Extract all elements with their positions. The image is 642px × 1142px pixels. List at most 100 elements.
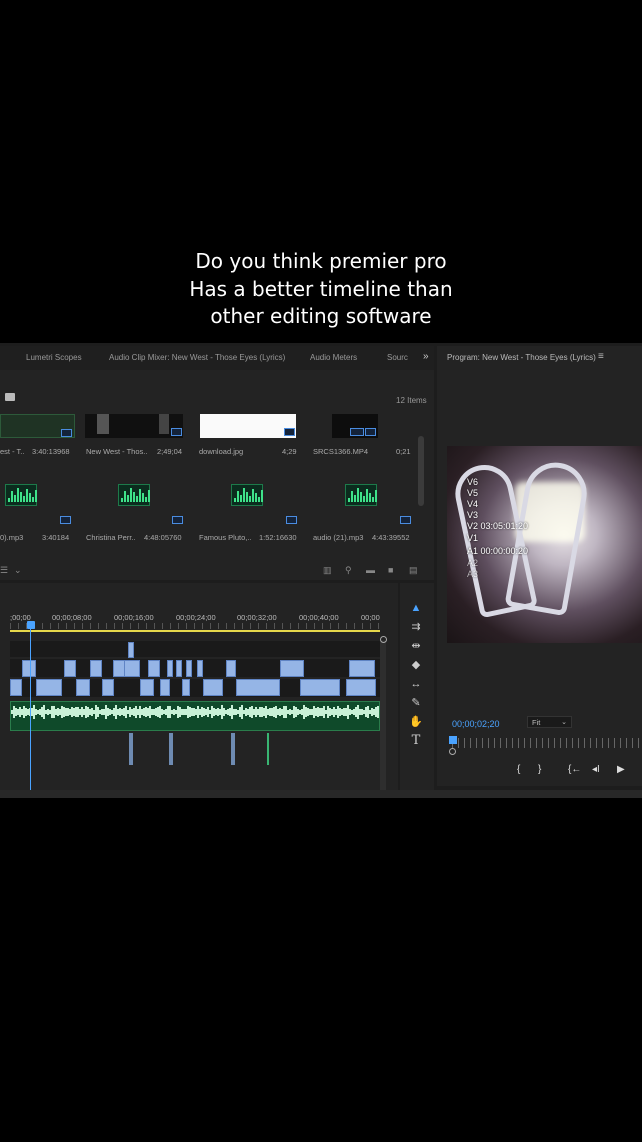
clip-thumbnail[interactable] — [200, 414, 296, 438]
video-clip[interactable] — [167, 660, 173, 677]
waveform-bar — [366, 489, 368, 502]
ruler-label: 00;00;24;00 — [176, 613, 216, 622]
clip-marker[interactable] — [169, 733, 173, 765]
more-tabs-icon[interactable]: » — [423, 351, 429, 362]
video-clip[interactable] — [36, 679, 62, 696]
caption-line-3: other editing software — [210, 304, 432, 328]
automate-to-sequence-icon[interactable]: ▥ — [323, 565, 332, 576]
sort-chevron-icon[interactable]: ⌄ — [14, 565, 22, 576]
playhead-timecode[interactable]: 00;00;02;20 — [452, 719, 500, 729]
clip-frame — [97, 414, 109, 434]
video-clip[interactable] — [349, 660, 375, 677]
play-button[interactable]: ▶ — [617, 764, 625, 775]
video-clip[interactable] — [124, 660, 140, 677]
audio-clip-thumbnail[interactable] — [85, 463, 183, 527]
zoom-knob[interactable] — [449, 748, 456, 755]
project-footer: ☰ ⌄ ▥ ⚲ ▬ ■ ▤ — [0, 559, 434, 581]
program-playhead[interactable] — [449, 736, 457, 744]
ripple-edit-icon[interactable]: ⇹ — [408, 638, 424, 654]
video-clip[interactable] — [102, 679, 114, 696]
time-ruler[interactable] — [10, 623, 380, 629]
zoom-select[interactable]: Fit ⌄ — [527, 716, 572, 728]
overlay-line: V6 — [467, 477, 479, 487]
clip-thumbnail[interactable] — [332, 414, 378, 438]
video-track-v3[interactable] — [10, 641, 380, 657]
razor-icon[interactable]: ◆ — [408, 657, 424, 673]
clip-duration: 0;21 — [396, 447, 411, 456]
type-icon[interactable]: T — [408, 733, 424, 749]
tab-audio-clip-mixer[interactable]: Audio Clip Mixer: New West - Those Eyes … — [109, 353, 285, 362]
new-bin-icon[interactable]: ▬ — [366, 565, 375, 575]
find-icon[interactable]: ⚲ — [345, 565, 352, 576]
step-back-button[interactable]: ◂I — [592, 764, 600, 775]
tab-audio-meters[interactable]: Audio Meters — [310, 353, 357, 362]
video-clip[interactable] — [203, 679, 223, 696]
video-clip[interactable] — [280, 660, 304, 677]
video-clip[interactable] — [22, 660, 36, 677]
video-clip[interactable] — [128, 642, 134, 658]
video-clip[interactable] — [160, 679, 170, 696]
ruler-label: 00;00 — [361, 613, 380, 622]
hand-icon[interactable]: ✋ — [408, 714, 424, 730]
clip-marker[interactable] — [129, 733, 133, 765]
mark-in-button[interactable]: { — [517, 764, 520, 775]
video-clip[interactable] — [226, 660, 236, 677]
overlay-line: V4 — [467, 499, 479, 509]
waveform-bar — [127, 495, 129, 502]
scroll-knob[interactable] — [380, 636, 387, 643]
mark-out-button[interactable]: } — [538, 764, 541, 775]
clip-marker[interactable] — [231, 733, 235, 765]
program-video-frame[interactable]: V6 V5 V4 V3 V2 03:05:01:20 V1 A1 00:00:0… — [447, 446, 642, 643]
slip-icon[interactable]: ↔ — [408, 676, 424, 692]
audio-clip-thumbnail[interactable] — [0, 463, 75, 527]
tools-panel: ▲ ⇉ ⇹ ◆ ↔ ✎ ✋ T — [400, 583, 434, 798]
playhead-line[interactable] — [30, 629, 31, 798]
overlay-line: V3 — [467, 510, 479, 520]
waveform-bar — [375, 490, 377, 502]
video-clip[interactable] — [140, 679, 154, 696]
panel-menu-icon[interactable]: ≡ — [598, 351, 604, 362]
video-clip[interactable] — [10, 679, 22, 696]
new-item-icon[interactable]: ■ — [388, 565, 393, 575]
list-view-icon[interactable]: ☰ — [0, 565, 8, 576]
video-clip[interactable] — [197, 660, 203, 677]
video-clip[interactable] — [300, 679, 340, 696]
timeline-panel[interactable]: ;00;00 00;00;08;00 00;00;16;00 00;00;24;… — [0, 583, 398, 798]
clip-duration: 1:52:16630 — [259, 533, 297, 542]
clear-icon[interactable]: ▤ — [409, 565, 418, 576]
video-clip[interactable] — [90, 660, 102, 677]
clip-marker[interactable] — [267, 733, 269, 765]
track-select-icon[interactable]: ⇉ — [408, 619, 424, 635]
audio-track-a1[interactable] — [10, 701, 380, 731]
video-clip[interactable] — [176, 660, 182, 677]
audio-clip-thumbnail[interactable] — [309, 463, 413, 527]
tab-lumetri-scopes[interactable]: Lumetri Scopes — [26, 353, 82, 362]
zoom-value: Fit — [532, 718, 541, 727]
caption: Do you think premier pro Has a better ti… — [0, 248, 642, 331]
video-clip[interactable] — [148, 660, 160, 677]
waveform-bar — [17, 488, 19, 502]
audio-clip-thumbnail[interactable] — [195, 463, 299, 527]
video-clip[interactable] — [64, 660, 76, 677]
clip-thumbnail[interactable] — [85, 414, 183, 438]
playhead-handle[interactable] — [27, 621, 35, 629]
pen-icon[interactable]: ✎ — [408, 695, 424, 711]
clip-thumbnail[interactable] — [0, 414, 75, 438]
clip-type-badge — [350, 428, 364, 436]
video-clip[interactable] — [186, 660, 192, 677]
video-clip[interactable] — [182, 679, 190, 696]
go-to-in-button[interactable]: {← — [568, 764, 581, 775]
clip-type-badge — [172, 516, 183, 524]
bin-icon[interactable] — [5, 393, 15, 401]
program-time-ruler[interactable] — [452, 738, 642, 748]
project-scrollbar[interactable] — [418, 436, 424, 506]
tab-source[interactable]: Sourc — [387, 353, 408, 362]
video-clip[interactable] — [76, 679, 90, 696]
waveform-bar — [240, 495, 242, 502]
waveform-bar — [130, 488, 132, 502]
program-monitor: Program: New West - Those Eyes (Lyrics) … — [437, 346, 642, 786]
video-clip[interactable] — [236, 679, 280, 696]
timeline-scrollbar[interactable] — [380, 640, 386, 795]
video-clip[interactable] — [346, 679, 376, 696]
selection-tool-icon[interactable]: ▲ — [408, 600, 424, 616]
